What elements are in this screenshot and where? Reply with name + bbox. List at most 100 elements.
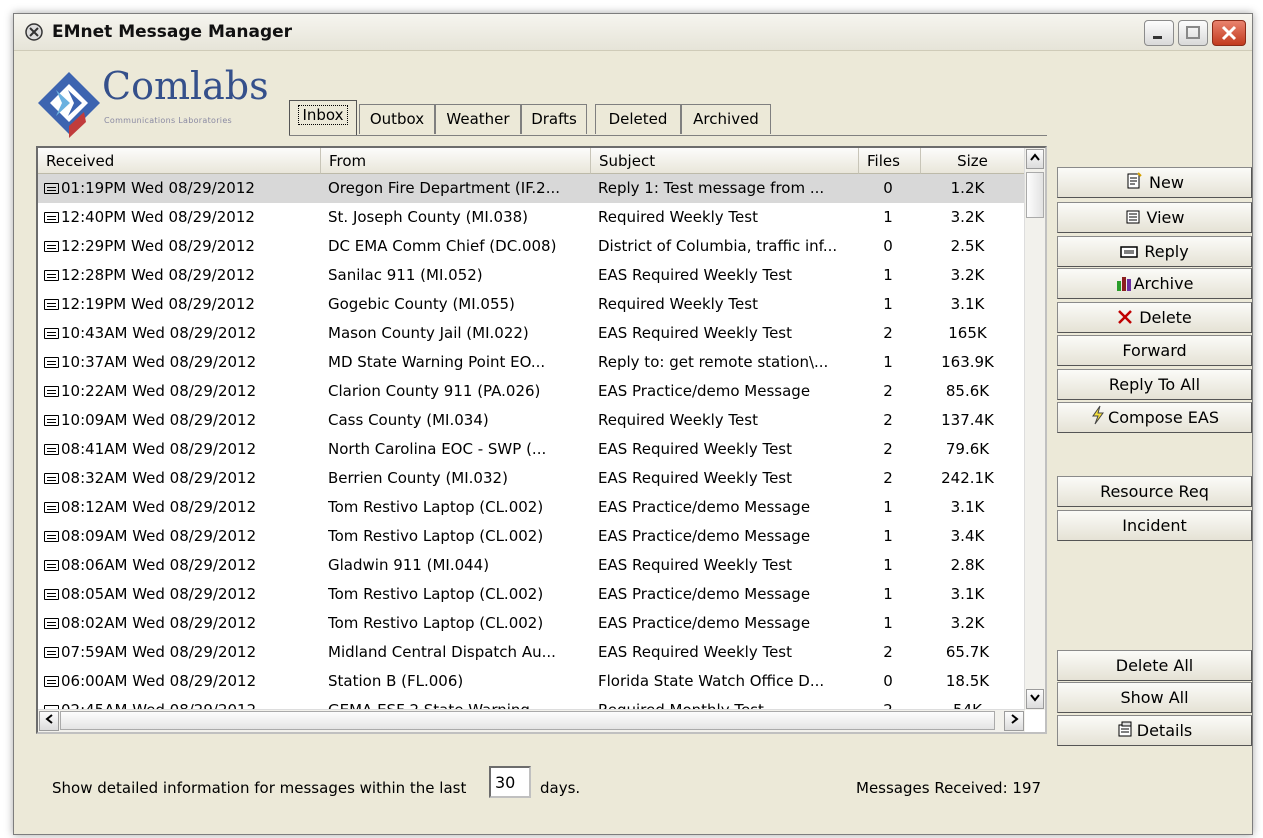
reply-to-all-button[interactable]: Reply To All [1057, 369, 1252, 400]
column-header-subject[interactable]: Subject [591, 148, 859, 174]
cell-from: Sanilac 911 (MI.052) [328, 261, 590, 290]
table-row[interactable]: 08:09AM Wed 08/29/2012 Tom Restivo Laptop… [38, 522, 1025, 551]
table-row[interactable]: 08:32AM Wed 08/29/2012 Berrien County (MI… [38, 464, 1025, 493]
delete-all-button[interactable]: Delete All [1057, 650, 1252, 681]
table-row[interactable]: 10:37AM Wed 08/29/2012 MD State Warning P… [38, 348, 1025, 377]
days-filter-input[interactable] [489, 766, 531, 798]
title-bar[interactable]: EMnet Message Manager [14, 14, 1252, 51]
cell-text: Reply to: get remote station\... [598, 353, 829, 371]
cell-text: Mason County Jail (MI.022) [328, 324, 529, 342]
archive-button[interactable]: Archive [1057, 268, 1252, 299]
tab-outbox[interactable]: Outbox [359, 104, 435, 134]
cell-subject: Reply to: get remote station\... [598, 348, 858, 377]
cell-from: St. Joseph County (MI.038) [328, 203, 590, 232]
compose-eas-button[interactable]: Compose EAS [1057, 402, 1252, 433]
column-header-size[interactable]: Size [921, 148, 1025, 174]
incident-button[interactable]: Incident [1057, 510, 1252, 541]
cell-text: 1 [883, 556, 893, 574]
cell-size: 3.2K [920, 609, 1015, 638]
message-envelope-icon [44, 676, 59, 687]
table-row[interactable]: 12:29PM Wed 08/29/2012 DC EMA Comm Chief … [38, 232, 1025, 261]
arrow-down-icon [1030, 694, 1040, 702]
cell-subject: EAS Practice/demo Message [598, 493, 858, 522]
cell-from: Station B (FL.006) [328, 667, 590, 696]
vertical-scroll-thumb[interactable] [1026, 172, 1044, 218]
message-list[interactable]: Received From Subject Files Size 01:19PM… [36, 146, 1047, 734]
message-envelope-icon [44, 328, 59, 339]
cell-subject: Required Weekly Test [598, 290, 858, 319]
table-row[interactable]: 01:19PM Wed 08/29/2012 Oregon Fire Depart… [38, 174, 1025, 203]
cell-subject: District of Columbia, traffic inf... [598, 232, 858, 261]
cell-from: Gladwin 911 (MI.044) [328, 551, 590, 580]
cell-received: 08:06AM Wed 08/29/2012 [44, 551, 319, 580]
horizontal-scroll-thumb[interactable] [60, 711, 995, 730]
vertical-scrollbar[interactable] [1024, 148, 1045, 710]
cell-text: 137.4K [941, 411, 994, 429]
cell-text: Clarion County 911 (PA.026) [328, 382, 541, 400]
cell-text: Reply 1: Test message from ... [598, 179, 825, 197]
cell-text: EAS Practice/demo Message [598, 614, 811, 632]
cell-files: 1 [858, 261, 918, 290]
message-envelope-icon [44, 589, 59, 600]
days-unit-label: days. [540, 779, 581, 797]
table-row[interactable]: 10:22AM Wed 08/29/2012 Clarion County 911… [38, 377, 1025, 406]
reply-button[interactable]: Reply [1057, 236, 1252, 267]
tab-drafts[interactable]: Drafts [521, 104, 587, 134]
cell-text: EAS Required Weekly Test [598, 469, 793, 487]
close-button[interactable] [1212, 20, 1246, 46]
table-row[interactable]: 12:19PM Wed 08/29/2012 Gogebic County (MI… [38, 290, 1025, 319]
details-button[interactable]: Details [1057, 715, 1252, 746]
forward-button[interactable]: Forward [1057, 335, 1252, 366]
column-header-received[interactable]: Received [38, 148, 321, 174]
table-row[interactable]: 10:43AM Wed 08/29/2012 Mason County Jail … [38, 319, 1025, 348]
cell-files: 2 [858, 435, 918, 464]
cell-size: 242.1K [920, 464, 1015, 493]
new-button[interactable]: New [1057, 167, 1252, 198]
cell-subject: Required Weekly Test [598, 406, 858, 435]
cell-text: 08:32AM Wed 08/29/2012 [61, 469, 257, 487]
cell-files: 1 [858, 580, 918, 609]
scroll-left-button[interactable] [39, 711, 59, 731]
table-row[interactable]: 08:02AM Wed 08/29/2012 Tom Restivo Laptop… [38, 609, 1025, 638]
cell-text: 3.2K [950, 208, 985, 226]
tab-weather[interactable]: Weather [435, 104, 521, 134]
table-row[interactable]: 12:28PM Wed 08/29/2012 Sanilac 911 (MI.05… [38, 261, 1025, 290]
tab-archived[interactable]: Archived [681, 104, 771, 134]
maximize-button[interactable] [1178, 20, 1208, 46]
scroll-right-button[interactable] [1004, 711, 1024, 731]
cell-text: 08:02AM Wed 08/29/2012 [61, 614, 257, 632]
cell-subject: EAS Practice/demo Message [598, 522, 858, 551]
cell-subject: EAS Required Weekly Test [598, 464, 858, 493]
cell-files: 1 [858, 493, 918, 522]
archive-icon [1116, 277, 1131, 291]
cell-text: Tom Restivo Laptop (CL.002) [328, 585, 544, 603]
scroll-down-button[interactable] [1026, 689, 1044, 709]
tab-deleted[interactable]: Deleted [595, 104, 681, 134]
cell-files: 2 [858, 638, 918, 667]
cell-text: 165K [948, 324, 987, 342]
table-row[interactable]: 08:41AM Wed 08/29/2012 North Carolina EOC… [38, 435, 1025, 464]
table-row[interactable]: 08:05AM Wed 08/29/2012 Tom Restivo Laptop… [38, 580, 1025, 609]
cell-size: 3.1K [920, 580, 1015, 609]
table-row[interactable]: 07:59AM Wed 08/29/2012 Midland Central Di… [38, 638, 1025, 667]
horizontal-scrollbar[interactable] [38, 709, 1025, 732]
column-header-from[interactable]: From [321, 148, 591, 174]
cell-files: 1 [858, 522, 918, 551]
minimize-button[interactable] [1144, 20, 1174, 46]
cell-text: Station B (FL.006) [328, 672, 464, 690]
table-row[interactable]: 12:40PM Wed 08/29/2012 St. Joseph County … [38, 203, 1025, 232]
table-row[interactable]: 08:12AM Wed 08/29/2012 Tom Restivo Laptop… [38, 493, 1025, 522]
table-row[interactable]: 08:06AM Wed 08/29/2012 Gladwin 911 (MI.04… [38, 551, 1025, 580]
view-button[interactable]: View [1057, 202, 1252, 233]
delete-button[interactable]: Delete [1057, 302, 1252, 333]
cell-subject: EAS Required Weekly Test [598, 638, 858, 667]
resource-req-button[interactable]: Resource Req [1057, 476, 1252, 507]
cell-text: 1 [883, 266, 893, 284]
show-all-button[interactable]: Show All [1057, 682, 1252, 713]
column-header-files[interactable]: Files [859, 148, 921, 174]
scroll-up-button[interactable] [1026, 149, 1044, 169]
tab-inbox[interactable]: Inbox [289, 100, 357, 136]
table-row[interactable]: 10:09AM Wed 08/29/2012 Cass County (MI.03… [38, 406, 1025, 435]
cell-text: 08:06AM Wed 08/29/2012 [61, 556, 257, 574]
table-row[interactable]: 06:00AM Wed 08/29/2012 Station B (FL.006)… [38, 667, 1025, 696]
